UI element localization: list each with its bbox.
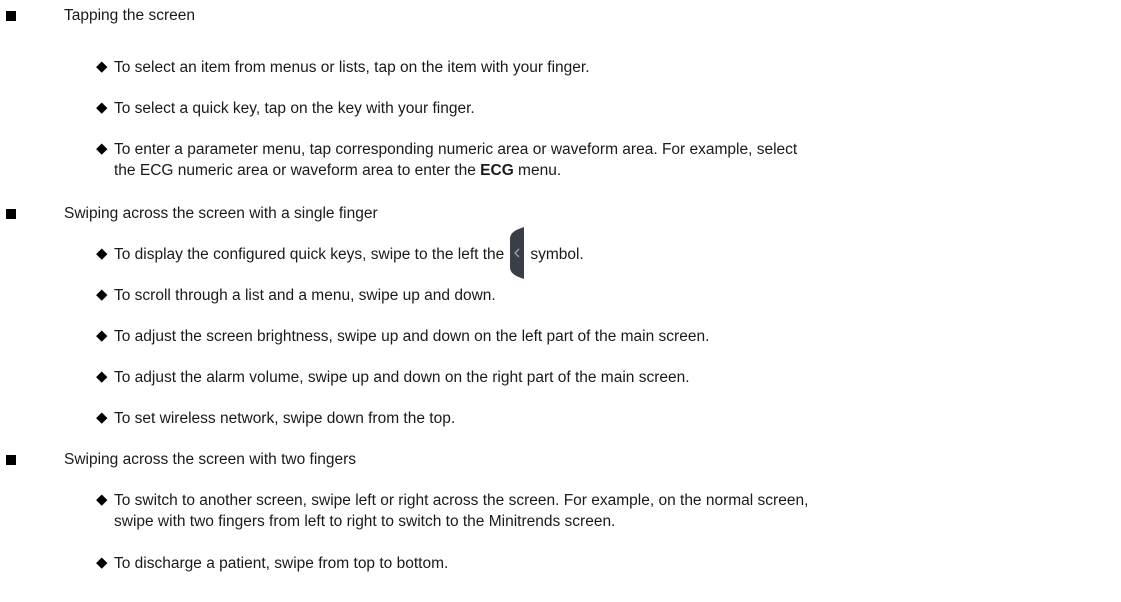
section-heading-tapping: Tapping the screen <box>64 7 195 24</box>
diamond-bullet-icon <box>96 143 108 155</box>
list-item: To select a quick key, tap on the key wi… <box>114 100 475 117</box>
diamond-bullet-icon <box>96 330 108 342</box>
list-item: To adjust the alarm volume, swipe up and… <box>114 369 690 386</box>
section-heading-single-finger: Swiping across the screen with a single … <box>64 205 378 222</box>
diamond-bullet-icon <box>96 557 108 569</box>
square-bullet-icon <box>6 11 16 21</box>
list-item: To switch to another screen, swipe left … <box>114 490 1071 532</box>
list-item: To select an item from menus or lists, t… <box>114 59 590 76</box>
list-item-text: menu. <box>513 162 562 179</box>
diamond-bullet-icon <box>96 494 108 506</box>
list-item: To discharge a patient, swipe from top t… <box>114 555 449 572</box>
list-item: To enter a parameter menu, tap correspon… <box>114 139 1071 181</box>
page: Tapping the screen To select an item fro… <box>0 0 1121 602</box>
diamond-bullet-icon <box>96 248 108 260</box>
diamond-bullet-icon <box>96 61 108 73</box>
list-item-line: To enter a parameter menu, tap correspon… <box>114 141 798 158</box>
diamond-bullet-icon <box>96 289 108 301</box>
diamond-bullet-icon <box>96 102 108 114</box>
square-bullet-icon <box>6 209 16 219</box>
list-item: To display the configured quick keys, sw… <box>114 226 1071 279</box>
diamond-bullet-icon <box>96 412 108 424</box>
list-item-line: To switch to another screen, swipe left … <box>114 492 809 509</box>
list-item-line: swipe with two fingers from left to righ… <box>114 513 616 530</box>
list-item-text: To display the configured quick keys, sw… <box>114 246 505 263</box>
square-bullet-icon <box>6 455 16 465</box>
list-item: To adjust the screen brightness, swipe u… <box>114 328 710 345</box>
list-item-text: symbol. <box>530 246 584 263</box>
list-item: To set wireless network, swipe down from… <box>114 410 456 427</box>
ecg-menu-name: ECG <box>480 162 514 179</box>
list-item-text: the ECG numeric area or waveform area to… <box>114 162 481 179</box>
section-heading-two-fingers: Swiping across the screen with two finge… <box>64 451 357 468</box>
quick-key-pull-tab-icon <box>510 226 525 279</box>
list-item: To scroll through a list and a menu, swi… <box>114 287 496 304</box>
diamond-bullet-icon <box>96 371 108 383</box>
